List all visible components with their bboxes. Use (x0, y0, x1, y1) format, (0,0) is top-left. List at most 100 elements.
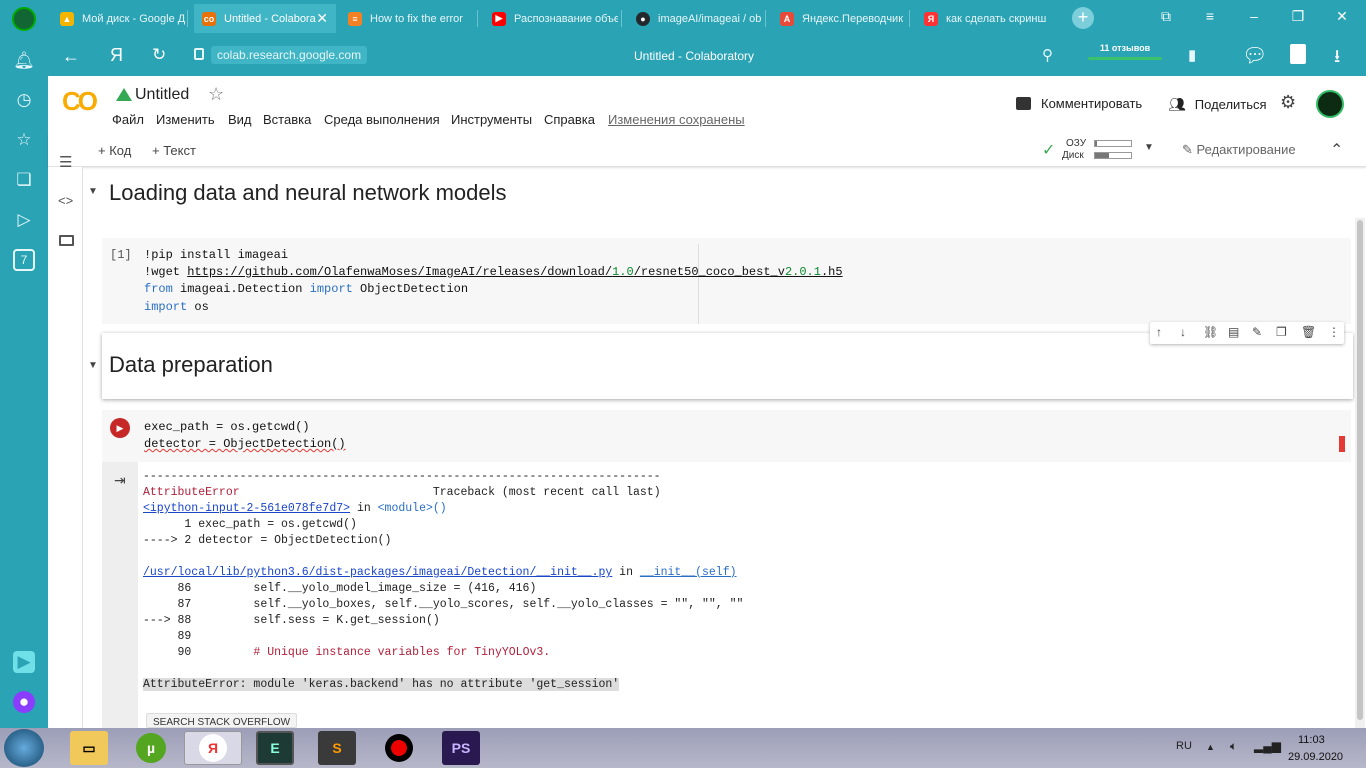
collapse-header-icon[interactable]: ⌃ (1330, 140, 1343, 160)
edit-icon[interactable]: ✎ (1252, 325, 1262, 339)
network-icon[interactable]: ▂▄▆ (1254, 739, 1281, 753)
reviews-label: 11 отзывов (1099, 43, 1151, 53)
menu-file[interactable]: Файл (112, 112, 144, 127)
photoshop-icon[interactable]: PS (442, 731, 480, 765)
search-icon[interactable]: ⚲ (1042, 46, 1053, 64)
collections-icon[interactable]: ⧉ (1156, 8, 1176, 25)
star-icon[interactable]: ☆ (13, 129, 35, 151)
minimize-icon[interactable]: – (1244, 8, 1264, 24)
yandex-logo[interactable]: Я (110, 45, 123, 66)
share-button[interactable]: 👥︎ Поделиться (1168, 96, 1267, 113)
tab-stackoverflow[interactable]: ≡ How to fix the error (340, 4, 474, 33)
collapse-section-icon[interactable]: ▼ (88, 360, 98, 371)
wget-url-link[interactable]: https://github.com/OlafenwaMoses/ImageAI… (187, 265, 842, 279)
back-icon[interactable]: ← (62, 46, 80, 67)
code-line: from imageai.Detection import ObjectDete… (144, 282, 469, 296)
menu-icon[interactable]: ≡ (1200, 8, 1220, 24)
colab-icon: co (202, 11, 216, 26)
code-cell-1[interactable] (102, 238, 1351, 324)
tab-yandex[interactable]: Якак сделать скринш (916, 4, 1050, 33)
move-down-icon[interactable]: ↓ (1180, 325, 1186, 339)
url-field[interactable]: colab.research.google.com (211, 46, 368, 64)
notebook-title[interactable]: Untitled (135, 86, 189, 104)
alice-icon[interactable]: ● (13, 691, 35, 713)
file-path-link[interactable]: /usr/local/lib/python3.6/dist-packages/i… (143, 566, 612, 579)
play-icon[interactable]: ▷ (13, 209, 35, 231)
editing-mode-button[interactable]: ✎ Редактирование (1182, 142, 1296, 158)
tab-youtube[interactable]: ▶ Распознавание объе (484, 4, 618, 33)
messenger-icon[interactable]: ▶ (13, 651, 35, 673)
explorer-icon[interactable]: ▭ (70, 731, 108, 765)
download-icon[interactable]: ⭳ (1334, 44, 1340, 74)
menu-tools[interactable]: Инструменты (451, 112, 532, 127)
close-tab-icon[interactable]: ✕ (316, 10, 328, 27)
run-cell-button[interactable]: ▶ (110, 418, 130, 438)
collections-icon[interactable]: ❏ (13, 169, 35, 191)
collapse-section-icon[interactable]: ▼ (88, 186, 98, 197)
yandex-profile-icon[interactable] (12, 7, 36, 31)
document-icon[interactable] (1290, 44, 1306, 64)
volume-icon[interactable]: 🔈︎ (1230, 739, 1237, 754)
menu-runtime[interactable]: Среда выполнения (324, 112, 440, 127)
output-line: ----> 2 detector = ObjectDetection() (143, 534, 392, 547)
more-icon[interactable]: ⋮ (1328, 325, 1340, 339)
ram-bar (1094, 140, 1132, 147)
ipython-input-link[interactable]: <ipython-input-2-561e078fe7d7> (143, 502, 350, 515)
close-window-icon[interactable]: ✕ (1332, 8, 1352, 25)
tab-translate[interactable]: A Яндекс.Переводчик (772, 4, 906, 33)
saved-status[interactable]: Изменения сохранены (608, 112, 745, 127)
comment-button[interactable]: Комментировать (1016, 96, 1142, 111)
tab-colab[interactable]: co Untitled - Colabora ✕ (194, 4, 336, 33)
start-button[interactable] (4, 729, 44, 767)
bell-icon[interactable]: 🔔︎ (13, 50, 35, 72)
ram-label: ОЗУ (1066, 138, 1087, 149)
avatar[interactable] (1316, 90, 1344, 118)
star-icon[interactable]: ☆ (208, 84, 224, 105)
settings-icon[interactable]: ⚙ (1280, 92, 1296, 113)
mirror-icon[interactable]: ❐ (1276, 325, 1287, 339)
tab-github[interactable]: ● imageAI/imageai / ob (628, 4, 762, 33)
recorder-icon[interactable] (380, 731, 418, 765)
search-stack-overflow-button[interactable]: SEARCH STACK OVERFLOW (146, 713, 298, 728)
output-line: AttributeError Traceback (most recent ca… (143, 486, 661, 499)
tab-google-drive[interactable]: ▲ Мой диск - Google Ди (52, 4, 186, 33)
resources-widget[interactable]: ОЗУ Диск ▼ (1060, 138, 1170, 164)
menu-insert[interactable]: Вставка (263, 112, 311, 127)
add-text-button[interactable]: + Текст (152, 143, 196, 158)
add-code-button[interactable]: + Код (98, 143, 131, 158)
dropdown-icon[interactable]: ▼ (1144, 142, 1154, 153)
code-cell-2[interactable] (102, 410, 1351, 462)
move-up-icon[interactable]: ↑ (1156, 325, 1162, 339)
yandex-browser-icon[interactable]: Я (184, 731, 242, 765)
delete-icon[interactable]: 🗑︎ (1301, 325, 1316, 339)
reviews-widget[interactable]: 11 отзывов (1088, 43, 1162, 67)
clock-date[interactable]: 29.09.2020 (1288, 751, 1343, 763)
menu-edit[interactable]: Изменить (156, 112, 215, 127)
language-indicator[interactable]: RU (1176, 740, 1192, 752)
utorrent-icon[interactable]: µ (132, 731, 170, 765)
tray-arrow-icon[interactable]: ▲ (1206, 742, 1215, 752)
section-heading-1: Loading data and neural network models (109, 180, 507, 205)
folder-icon[interactable] (59, 235, 74, 246)
restore-icon[interactable]: ❐ (1288, 8, 1308, 25)
sublime-icon[interactable]: S (318, 731, 356, 765)
reload-icon[interactable]: ↻ (152, 45, 166, 65)
scrollbar[interactable] (1355, 218, 1365, 728)
new-tab-button[interactable]: + (1072, 7, 1094, 29)
bookmark-icon[interactable]: ▮ (1188, 46, 1196, 64)
menu-view[interactable]: Вид (228, 112, 252, 127)
comment-icon[interactable]: ▤ (1228, 325, 1239, 339)
output-line: ---> 88 self.sess = K.get_session() (143, 614, 440, 627)
page-title: Untitled - Colaboratory (634, 49, 755, 63)
colab-logo[interactable]: CO (62, 86, 98, 117)
badge-icon[interactable]: 7 (13, 249, 35, 271)
link-icon[interactable]: ⛓ (1203, 325, 1218, 339)
chat-icon[interactable]: 💬︎ (1242, 43, 1267, 68)
editor-icon[interactable]: E (256, 731, 294, 765)
menu-help[interactable]: Справка (544, 112, 595, 127)
history-icon[interactable]: ◷ (13, 89, 35, 111)
clock-time[interactable]: 11:03 (1298, 734, 1325, 746)
code-snippets-icon[interactable]: <> (58, 193, 73, 208)
toc-icon[interactable]: ☰ (59, 153, 72, 171)
clear-output-icon[interactable]: ⇥ (114, 472, 126, 489)
